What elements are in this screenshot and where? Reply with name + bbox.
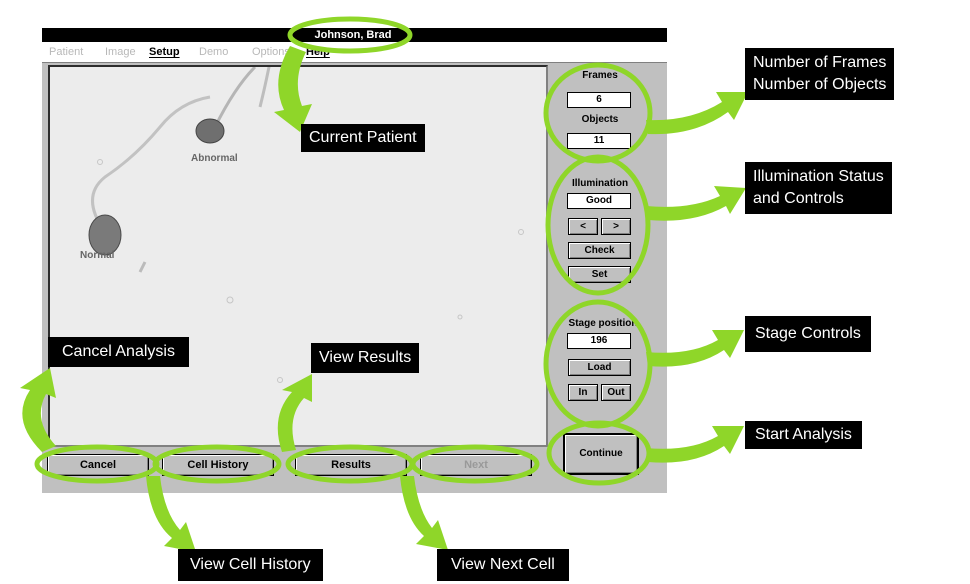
arrow-illumination: [646, 186, 746, 221]
highlight-stage: [543, 299, 653, 429]
callout-frames-line: Number of Frames: [753, 54, 887, 71]
arrow-current-patient: [274, 46, 312, 132]
callout-current-patient: Current Patient: [301, 124, 425, 152]
arrow-start: [646, 426, 744, 463]
highlight-illumination: [545, 154, 651, 296]
callout-illumination-line2: and Controls: [753, 190, 844, 207]
arrow-cancel: [20, 368, 56, 452]
arrow-frames-objects: [646, 92, 748, 135]
callout-frames-objects: Number of Frames Number of Objects: [745, 48, 895, 100]
highlight-results: [285, 444, 415, 484]
callout-cancel-analysis: Cancel Analysis: [48, 337, 189, 367]
arrow-view-results: [277, 374, 312, 452]
highlight-cancel: [34, 444, 160, 484]
highlight-frames-objects: [543, 62, 653, 164]
callout-illumination: Illumination Status and Controls: [745, 162, 892, 214]
callout-view-cell-history: View Cell History: [178, 549, 323, 581]
callout-view-results: View Results: [311, 343, 420, 373]
highlight-next: [410, 444, 540, 484]
callout-illumination-line1: Illumination Status: [753, 168, 884, 185]
callout-objects-line: Number of Objects: [753, 76, 887, 93]
callout-stage-controls: Stage Controls: [745, 316, 871, 352]
callout-start-analysis: Start Analysis: [745, 421, 862, 449]
highlight-patient-name: [287, 16, 413, 54]
highlight-cell-history: [152, 444, 282, 484]
arrow-cell-history: [146, 476, 196, 552]
arrow-stage: [646, 330, 744, 367]
arrow-next-cell: [400, 476, 448, 550]
highlight-continue: [546, 420, 652, 486]
callout-view-next-cell: View Next Cell: [437, 549, 569, 581]
